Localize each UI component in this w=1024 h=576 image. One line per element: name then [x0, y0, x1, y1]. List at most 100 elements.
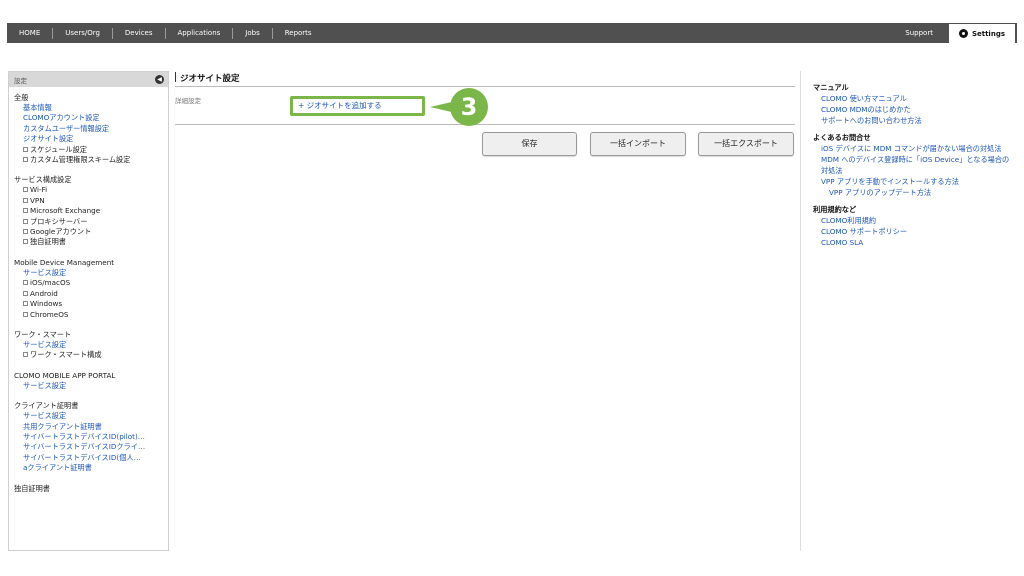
settings-sidebar: 設定 ◀ 全般 基本情報 CLOMOアカウント設定 カスタムユーザー情報設定 ジオサイト…	[8, 71, 169, 551]
help-link[interactable]: CLOMO 使い方マニュアル	[813, 93, 1024, 104]
expand-icon[interactable]	[23, 208, 28, 214]
help-link[interactable]: VPP アプリのアップデート方法	[813, 187, 1024, 198]
sidebar-section-title: サービス構成設定	[14, 175, 72, 185]
nav-applications[interactable]: Applications	[166, 27, 234, 39]
help-link[interactable]: iOS デバイスに MDM コマンドが届かない場合の対処法	[813, 143, 1024, 154]
sidebar-section: CLOMO MOBILE APP PORTAL サービス設定	[14, 371, 168, 391]
help-group: 利用規約など CLOMO利用規約 CLOMO サポートポリシー CLOMO SLA	[813, 204, 1024, 248]
nav-settings-label: Settings	[971, 29, 1005, 38]
help-link[interactable]: VPP アプリを手動でインストールする方法	[813, 176, 1024, 187]
sidebar-tree-item-label: プロキシサーバー	[30, 216, 88, 226]
sidebar-link[interactable]: サービス設定	[14, 268, 168, 278]
sidebar-tree-item-label: ChromeOS	[30, 309, 69, 319]
sidebar-tree-item-label: VPN	[30, 195, 45, 205]
help-group: マニュアル CLOMO 使い方マニュアル CLOMO MDMのはじめかた サポートへの…	[813, 82, 1024, 126]
sidebar-section-title: 独自証明書	[14, 483, 50, 493]
sidebar-tree-item-label: Windows	[30, 299, 63, 309]
gear-icon	[958, 29, 968, 38]
collapse-left-icon[interactable]: ◀	[155, 75, 164, 84]
sidebar-link[interactable]: サイバートラストデバイスIDクライ…	[14, 442, 168, 452]
sidebar-tree-item[interactable]: iOS/macOS	[14, 278, 168, 288]
nav-settings[interactable]: Settings	[947, 23, 1016, 43]
step-callout: 3	[430, 88, 488, 126]
sidebar-section: サービス構成設定 Wi-Fi VPN Microsoft Exchange プロキシサー…	[14, 175, 168, 247]
sidebar-tree-item[interactable]: カスタム管理権限スキーム設定	[14, 155, 168, 165]
help-group: よくあるお問合せ iOS デバイスに MDM コマンドが届かない場合の対処法 MDM…	[813, 132, 1024, 198]
help-panel: マニュアル CLOMO 使い方マニュアル CLOMO MDMのはじめかた サポートへの…	[800, 71, 1024, 551]
step-number-badge: 3	[450, 88, 488, 126]
sidebar-section-title: クライアント証明書	[14, 401, 79, 411]
help-link[interactable]: MDM へのデバイス登録時に「iOS Device」となる場合の対処法	[813, 154, 1024, 176]
sidebar-tree-item[interactable]: Microsoft Exchange	[14, 206, 168, 216]
expand-icon[interactable]	[23, 280, 28, 286]
sidebar-header-label: 設定	[14, 76, 27, 85]
nav-devices[interactable]: Devices	[113, 27, 166, 39]
sidebar-tree-item[interactable]: Windows	[14, 299, 168, 309]
sidebar-link[interactable]: サービス設定	[14, 340, 168, 350]
nav-users-org[interactable]: Users/Org	[53, 27, 113, 39]
expand-icon[interactable]	[23, 157, 28, 163]
sidebar-link[interactable]: カスタムユーザー情報設定	[14, 124, 168, 134]
expand-icon[interactable]	[23, 239, 28, 245]
nav-jobs[interactable]: Jobs	[233, 27, 273, 39]
sidebar-section-title: Mobile Device Management	[14, 257, 115, 267]
sidebar-tree-item[interactable]: 独自証明書	[14, 237, 168, 247]
sidebar-tree-item[interactable]: VPN	[14, 196, 168, 206]
help-link[interactable]: サポートへのお問い合わせ方法	[813, 115, 1024, 126]
add-geosite-link[interactable]: + ジオサイトを追加する	[290, 96, 425, 116]
nav-support[interactable]: Support	[890, 29, 948, 37]
sidebar-tree-item-label: Microsoft Exchange	[30, 206, 101, 216]
nav-home[interactable]: HOME	[7, 27, 54, 39]
sidebar-header: 設定 ◀	[9, 72, 168, 87]
page-title: ジオサイト設定	[175, 71, 795, 87]
sidebar-link[interactable]: サービス設定	[14, 411, 168, 421]
help-link[interactable]: CLOMO SLA	[813, 237, 1024, 248]
sidebar-section: クライアント証明書 サービス設定 共用クライアント証明書 サイバートラストデバイスID…	[14, 401, 168, 473]
sidebar-section-title: ワーク・スマート	[14, 329, 72, 339]
help-link[interactable]: CLOMO MDMのはじめかた	[813, 104, 1024, 115]
bulk-export-button[interactable]: 一括エクスポート	[698, 132, 794, 156]
sidebar-link[interactable]: 共用クライアント証明書	[14, 422, 168, 432]
sidebar-tree-item[interactable]: ワーク・スマート構成	[14, 350, 168, 360]
expand-icon[interactable]	[23, 290, 28, 296]
expand-icon[interactable]	[23, 311, 28, 317]
expand-icon[interactable]	[23, 146, 28, 152]
sidebar-tree-item[interactable]: スケジュール設定	[14, 145, 168, 155]
help-group-title: よくあるお問合せ	[813, 133, 871, 142]
expand-icon[interactable]	[23, 197, 28, 203]
sidebar-link[interactable]: aクライアント証明書	[14, 463, 168, 473]
help-group-title: 利用規約など	[813, 205, 857, 214]
sidebar-link[interactable]: ジオサイト設定	[14, 134, 168, 144]
sidebar-tree-item-label: 独自証明書	[30, 237, 66, 247]
expand-icon[interactable]	[23, 301, 28, 307]
sidebar-tree-item[interactable]: Googleアカウント	[14, 227, 168, 237]
expand-icon[interactable]	[23, 229, 28, 235]
sidebar-section: Mobile Device Management サービス設定 iOS/macOS A…	[14, 258, 168, 320]
sidebar-tree-item-label: スケジュール設定	[30, 144, 87, 154]
sidebar-tree-item[interactable]: ChromeOS	[14, 310, 168, 320]
sidebar-tree-item-label: Wi-Fi	[30, 185, 48, 195]
page-title-text: ジオサイト設定	[180, 74, 240, 84]
sidebar-tree-item-label: Android	[30, 288, 58, 298]
help-link[interactable]: CLOMO サポートポリシー	[813, 226, 1024, 237]
sidebar-link[interactable]: CLOMOアカウント設定	[14, 113, 168, 123]
save-button[interactable]: 保存	[482, 132, 577, 156]
sidebar-link[interactable]: 基本情報	[14, 103, 168, 113]
sidebar-tree-item[interactable]: Android	[14, 289, 168, 299]
sidebar-tree-item-label: ワーク・スマート構成	[30, 350, 102, 360]
help-link[interactable]: CLOMO利用規約	[813, 215, 1024, 226]
sidebar-tree-item[interactable]: プロキシサーバー	[14, 217, 168, 227]
sidebar-tree-item[interactable]: Wi-Fi	[14, 185, 168, 195]
expand-icon[interactable]	[23, 187, 28, 193]
sidebar-link[interactable]: サービス設定	[14, 381, 168, 391]
detail-settings-label: 詳細設定	[175, 97, 201, 105]
sidebar-section: 独自証明書	[14, 484, 168, 494]
sidebar-link[interactable]: サイバートラストデバイスID(pilot)…	[14, 432, 168, 442]
sidebar-body: 全般 基本情報 CLOMOアカウント設定 カスタムユーザー情報設定 ジオサイト設定 スケジ…	[9, 87, 168, 494]
sidebar-section-title: 全般	[14, 93, 29, 102]
expand-icon[interactable]	[23, 218, 28, 224]
nav-reports[interactable]: Reports	[273, 28, 324, 39]
expand-icon[interactable]	[23, 352, 28, 358]
sidebar-link[interactable]: サイバートラストデバイスID(個人…	[14, 453, 168, 463]
bulk-import-button[interactable]: 一括インポート	[590, 132, 686, 156]
